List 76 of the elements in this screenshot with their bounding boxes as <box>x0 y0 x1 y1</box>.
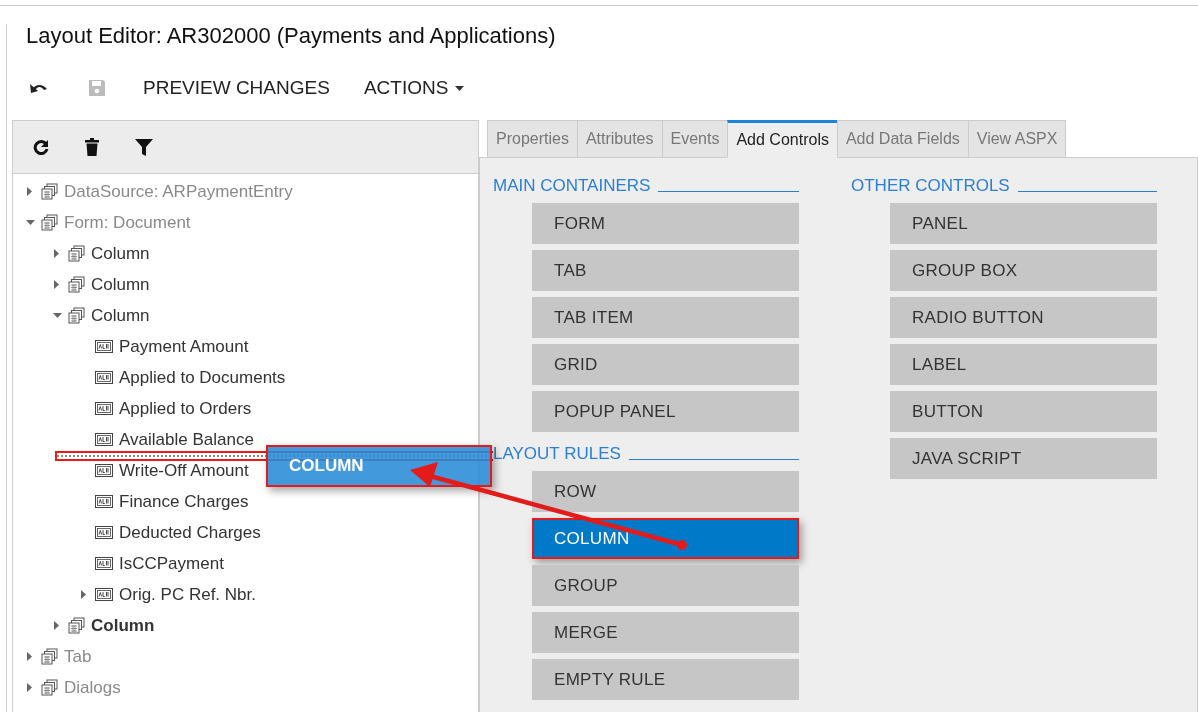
refresh-button[interactable] <box>33 139 49 155</box>
text-field-icon <box>95 371 113 384</box>
control-button[interactable]: EMPTY RULE <box>532 659 799 700</box>
tree-item[interactable]: Available Balance <box>119 429 254 450</box>
container-icon <box>41 648 58 665</box>
caret-icon[interactable] <box>455 85 465 91</box>
tree-item[interactable]: Tab <box>64 646 92 667</box>
control-button[interactable]: LABEL <box>890 344 1157 385</box>
text-field-icon <box>95 464 113 477</box>
tab[interactable]: View ASPX <box>967 120 1067 158</box>
control-button[interactable]: GROUP <box>532 565 799 606</box>
container-icon <box>68 617 85 634</box>
expand-arrow-icon[interactable] <box>27 683 33 692</box>
collapse-arrow-icon[interactable] <box>52 312 62 319</box>
collapse-arrow-icon[interactable] <box>25 219 35 226</box>
text-field-icon <box>95 557 113 570</box>
tab[interactable]: Properties <box>487 120 577 158</box>
tree-item[interactable]: IsCCPayment <box>119 553 224 574</box>
control-button[interactable]: POPUP PANEL <box>532 391 799 432</box>
control-button[interactable]: GRID <box>532 344 799 385</box>
text-field-icon <box>95 526 113 539</box>
expand-arrow-icon[interactable] <box>27 187 33 196</box>
text-field-icon <box>95 433 113 446</box>
expand-arrow-icon[interactable] <box>54 621 60 630</box>
control-button[interactable]: PANEL <box>890 203 1157 244</box>
container-icon <box>68 307 85 324</box>
expand-arrow-icon[interactable] <box>27 652 33 661</box>
preview-changes-button[interactable]: PREVIEW CHANGES <box>143 77 330 99</box>
tree-item[interactable]: Column <box>91 615 155 636</box>
tree-item[interactable]: Column <box>91 305 150 326</box>
control-button[interactable]: RADIO BUTTON <box>890 297 1157 338</box>
tab[interactable]: Attributes <box>576 120 662 158</box>
text-field-icon <box>95 588 113 601</box>
tab[interactable]: Events <box>661 120 728 158</box>
expand-arrow-icon[interactable] <box>81 590 87 599</box>
tree-item[interactable]: Dialogs <box>64 677 121 698</box>
control-button[interactable]: BUTTON <box>890 391 1157 432</box>
control-button[interactable]: COLUMN <box>532 518 799 559</box>
tree-item[interactable]: Applied to Documents <box>119 367 286 388</box>
tree-item[interactable]: Payment Amount <box>119 336 249 357</box>
tree-item[interactable]: Finance Charges <box>119 491 249 512</box>
tree-item[interactable]: Deducted Charges <box>119 522 261 543</box>
container-icon <box>41 183 58 200</box>
section-heading: MAIN CONTAINERS <box>493 176 651 196</box>
control-button[interactable]: GROUP BOX <box>890 250 1157 291</box>
control-button[interactable]: TAB <box>532 250 799 291</box>
tree-item[interactable]: Form: Document <box>64 212 191 233</box>
container-icon <box>41 679 58 696</box>
text-field-icon <box>95 402 113 415</box>
control-button[interactable]: TAB ITEM <box>532 297 799 338</box>
text-field-icon <box>95 495 113 508</box>
tab[interactable]: Add Controls <box>727 120 837 158</box>
tree-item[interactable]: Orig. PC Ref. Nbr. <box>119 584 256 605</box>
tree-item[interactable]: Column <box>91 274 150 295</box>
control-button[interactable]: JAVA SCRIPT <box>890 438 1157 479</box>
section-heading: OTHER CONTROLS <box>851 176 1010 196</box>
actions-menu-button[interactable]: ACTIONS <box>363 77 465 99</box>
tree-item[interactable]: Applied to Orders <box>119 398 252 419</box>
text-field-icon <box>95 340 113 353</box>
filter-button[interactable] <box>135 138 153 156</box>
container-icon <box>68 245 85 262</box>
control-button[interactable]: MERGE <box>532 612 799 653</box>
expand-arrow-icon[interactable] <box>54 249 60 258</box>
tree-item[interactable]: Write-Off Amount <box>119 460 249 481</box>
drag-ghost: COLUMN <box>266 445 492 487</box>
delete-button[interactable] <box>85 138 99 156</box>
container-icon <box>41 214 58 231</box>
tree-item[interactable]: Column <box>91 243 150 264</box>
container-icon <box>68 276 85 293</box>
window-title: Layout Editor: AR302000 (Payments and Applications) <box>26 24 557 48</box>
control-button[interactable]: ROW <box>532 471 799 512</box>
control-button[interactable]: FORM <box>532 203 799 244</box>
section-heading: LAYOUT RULES <box>493 444 621 464</box>
expand-arrow-icon[interactable] <box>54 280 60 289</box>
tab[interactable]: Add Data Fields <box>836 120 968 158</box>
tree-item[interactable]: DataSource: ARPaymentEntry <box>64 181 293 202</box>
